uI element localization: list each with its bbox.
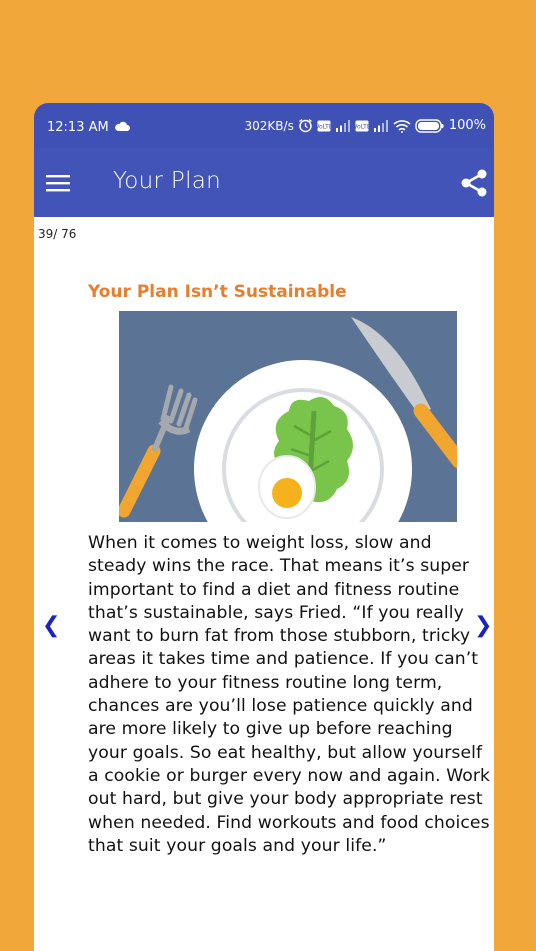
signal-icon-2 [373,120,388,132]
volte-icon-2: VoLTE [355,120,369,131]
network-speed: 302KB/s [244,118,294,133]
app-bar: Your Plan [34,148,494,217]
status-icons: 302KB/s VoLTE VoLTE [245,118,486,133]
next-page-button[interactable]: ❯ [474,613,492,638]
signal-icon [335,120,350,132]
plate-illustration [119,311,457,522]
alarm-icon [298,118,312,133]
phone-screen: 12:13 AM 302KB/s VoLTE VoL [34,103,494,951]
previous-page-button[interactable]: ❮ [42,613,60,638]
svg-text:VoLTE: VoLTE [355,123,369,130]
share-icon[interactable] [459,168,489,198]
egg-icon [258,455,316,519]
battery-icon [415,118,444,133]
page-title: Your Plan [113,168,222,194]
menu-icon[interactable] [46,173,70,193]
status-bar: 12:13 AM 302KB/s VoLTE VoL [34,103,494,148]
article-title: Your Plan Isn’t Sustainable [88,282,347,302]
status-time: 12:13 AM [47,120,109,135]
wifi-icon [393,119,411,133]
battery-level: 100% [448,118,486,133]
svg-text:VoLTE: VoLTE [317,123,331,130]
cloud-icon [115,121,130,131]
page-counter: 39/ 76 [38,227,77,241]
volte-icon: VoLTE [317,120,331,131]
article-body: When it comes to weight loss, slow and s… [88,533,491,856]
